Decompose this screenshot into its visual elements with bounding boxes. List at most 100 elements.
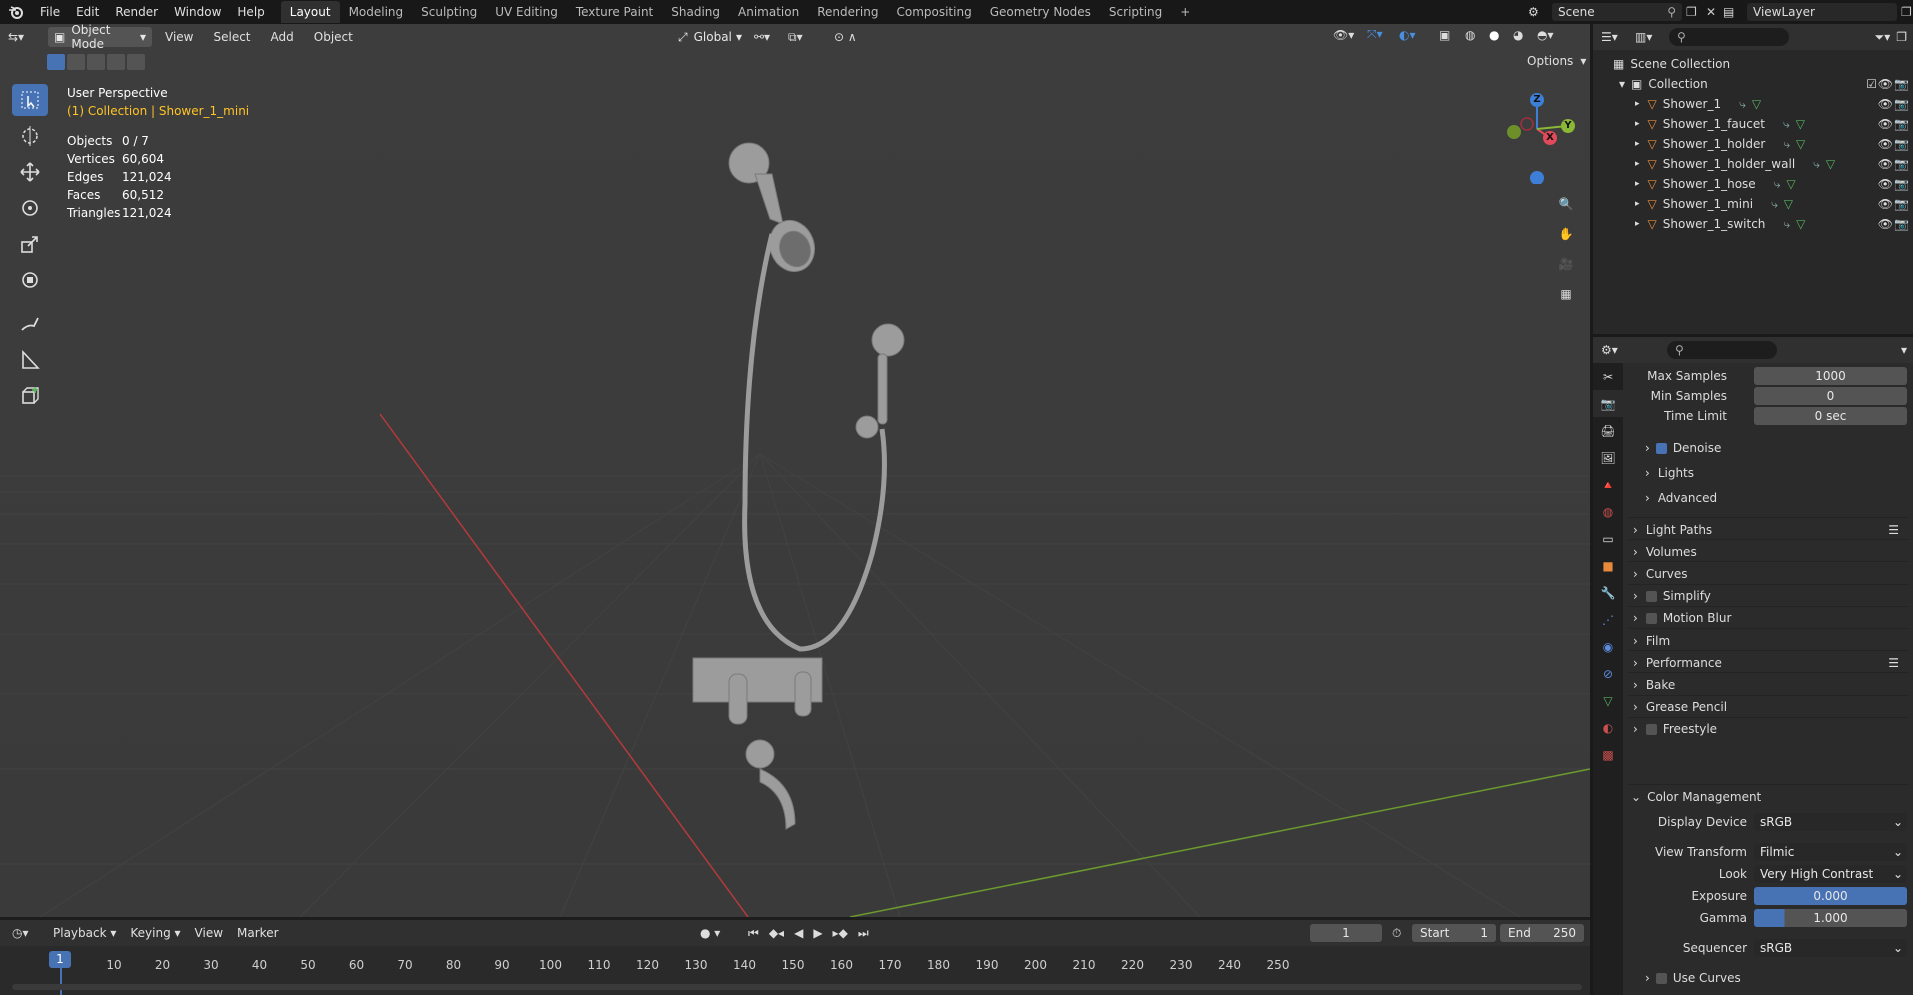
properties-editor-icon[interactable]: ⚙▾ xyxy=(1601,343,1629,357)
wireframe-shading-icon[interactable]: ◍ xyxy=(1465,28,1481,42)
view-layer-selector[interactable]: ViewLayer xyxy=(1747,3,1897,21)
outliner-editor-icon[interactable]: ☰▾ xyxy=(1601,30,1629,44)
end-frame-field[interactable]: End 250 xyxy=(1500,924,1584,942)
mesh-data-icon[interactable]: ▽ xyxy=(1796,217,1805,231)
expand-arrow-icon[interactable]: ▸ xyxy=(1635,139,1640,149)
sequencer-dropdown[interactable]: sRGB ⌄ xyxy=(1754,939,1907,957)
expand-arrow-icon[interactable]: ▾ xyxy=(1619,77,1625,91)
select-extend-icon[interactable] xyxy=(67,54,85,70)
3d-viewport[interactable]: ⇆▾ ▣ Object Mode ▾ View Select Add Object … xyxy=(0,24,1590,917)
panel-checkbox[interactable] xyxy=(1645,590,1657,602)
mesh-data-icon[interactable]: ▽ xyxy=(1796,137,1805,151)
display-device-dropdown[interactable]: sRGB ⌄ xyxy=(1754,813,1907,831)
add-cube-tool[interactable] xyxy=(12,380,48,412)
start-frame-field[interactable]: Start 1 xyxy=(1412,924,1496,942)
panel-header[interactable]: › Film xyxy=(1629,628,1909,652)
camera-render-icon[interactable]: 📷 xyxy=(1894,117,1909,131)
menu-view[interactable]: View xyxy=(158,30,200,44)
modifier-icon[interactable]: ⤷ xyxy=(1771,197,1778,212)
menu-view[interactable]: View xyxy=(188,926,230,940)
gamma-slider[interactable]: 1.000 xyxy=(1754,909,1907,927)
modifier-icon[interactable]: ⤷ xyxy=(1739,97,1746,112)
annotate-tool[interactable] xyxy=(12,308,48,340)
menu-help[interactable]: Help xyxy=(229,0,272,24)
tab-modeling[interactable]: Modeling xyxy=(340,1,413,23)
prev-keyframe-icon[interactable]: ◆◂ xyxy=(769,926,784,941)
transform-tool[interactable] xyxy=(12,264,48,296)
gizmo-x[interactable]: X xyxy=(1543,131,1557,145)
record-icon[interactable]: ● ▾ xyxy=(700,926,720,940)
panel-header[interactable]: › Volumes xyxy=(1629,539,1909,563)
menu-marker[interactable]: Marker xyxy=(230,926,285,940)
physics-tab-icon[interactable]: ◉ xyxy=(1593,633,1623,660)
jump-end-icon[interactable]: ⏭ xyxy=(858,926,869,941)
pin-icon[interactable]: ⚲ xyxy=(1667,5,1676,19)
constraints-tab-icon[interactable]: ⊘ xyxy=(1593,660,1623,687)
properties-search-input[interactable]: ⚲ xyxy=(1667,341,1777,359)
perspective-grid-icon[interactable]: ▦ xyxy=(1552,280,1580,308)
solid-shading-icon[interactable]: ● xyxy=(1489,28,1505,42)
camera-render-icon[interactable]: 📷 xyxy=(1894,77,1909,91)
scene-selector[interactable]: Scene ⚲ xyxy=(1552,3,1682,21)
pivot-icon[interactable]: ⚯▾ xyxy=(754,30,782,44)
stopwatch-icon[interactable]: ⏱ xyxy=(1392,926,1401,941)
panel-header[interactable]: › Curves xyxy=(1629,561,1909,585)
min-samples-field[interactable]: 0 xyxy=(1754,387,1907,405)
select-box-tool[interactable] xyxy=(12,84,48,116)
eye-icon[interactable]: 👁 xyxy=(1878,97,1893,111)
view-layer-tab-icon[interactable]: 🖼 xyxy=(1593,444,1623,471)
collection-tab-icon[interactable]: ▭ xyxy=(1593,525,1623,552)
scene-icon[interactable]: ⚙ xyxy=(1528,5,1548,19)
menu-file[interactable]: File xyxy=(32,0,68,24)
material-tab-icon[interactable]: ◐ xyxy=(1593,714,1623,741)
new-collection-icon[interactable]: ❐ xyxy=(1896,30,1907,44)
pan-hand-icon[interactable]: ✋ xyxy=(1552,220,1580,248)
select-intersect-icon[interactable] xyxy=(127,54,145,70)
mesh-data-icon[interactable]: ▽ xyxy=(1752,97,1761,111)
current-frame-field[interactable]: 1 xyxy=(1310,924,1382,942)
playhead[interactable]: 1 xyxy=(49,951,71,968)
camera-icon[interactable]: 🎥 xyxy=(1552,250,1580,278)
color-management-panel[interactable]: ⌄ Color Management xyxy=(1629,784,1909,808)
use-curves-subpanel[interactable]: › Use Curves xyxy=(1645,967,1913,989)
panel-header[interactable]: › Simplify xyxy=(1629,583,1909,608)
camera-render-icon[interactable]: 📷 xyxy=(1894,157,1909,171)
panel-checkbox[interactable] xyxy=(1645,723,1657,735)
tab-animation[interactable]: Animation xyxy=(729,1,808,23)
eye-icon[interactable]: 👁 xyxy=(1878,117,1893,131)
presets-list-icon[interactable]: ☰ xyxy=(1888,656,1899,670)
eye-icon[interactable]: 👁 xyxy=(1878,217,1893,231)
expand-arrow-icon[interactable]: ▸ xyxy=(1635,119,1640,129)
output-tab-icon[interactable]: 🖨 xyxy=(1593,417,1623,444)
max-samples-field[interactable]: 1000 xyxy=(1754,367,1907,385)
panel-header[interactable]: › Light Paths ☰ xyxy=(1629,517,1909,541)
select-invert-icon[interactable] xyxy=(107,54,125,70)
outliner-row-object[interactable]: ▸ ▽ Shower_1_holder ⤷ ▽ 👁 📷 xyxy=(1593,134,1913,154)
navigation-gizmo[interactable]: Z X Y xyxy=(1495,84,1575,185)
tab-uv-editing[interactable]: UV Editing xyxy=(486,1,567,23)
modifier-icon[interactable]: ⤷ xyxy=(1813,157,1820,172)
menu-select[interactable]: Select xyxy=(206,30,257,44)
modifier-icon[interactable]: ⤷ xyxy=(1783,117,1790,132)
eye-icon[interactable]: 👁 xyxy=(1878,137,1893,151)
denoise-subpanel[interactable]: › Denoise xyxy=(1645,437,1913,459)
tab-rendering[interactable]: Rendering xyxy=(808,1,887,23)
remove-scene-icon[interactable]: ✕ xyxy=(1706,5,1722,19)
snap-icon[interactable]: ⧉▾ xyxy=(788,30,828,45)
camera-render-icon[interactable]: 📷 xyxy=(1894,177,1909,191)
time-limit-field[interactable]: 0 sec xyxy=(1754,407,1907,425)
tab-texture-paint[interactable]: Texture Paint xyxy=(567,1,662,23)
modifier-icon[interactable]: ⤷ xyxy=(1783,137,1790,152)
outliner-row-scene-collection[interactable]: ▦ Scene Collection xyxy=(1593,54,1913,74)
gizmo-toggle-icon[interactable]: ⤧▾ xyxy=(1367,27,1391,42)
options-dropdown[interactable]: Options ▾ xyxy=(1520,54,1586,68)
play-reverse-icon[interactable]: ◀ xyxy=(794,926,803,941)
camera-render-icon[interactable]: 📷 xyxy=(1894,137,1909,151)
tab-layout[interactable]: Layout xyxy=(280,1,340,23)
outliner-row-object[interactable]: ▸ ▽ Shower_1_switch ⤷ ▽ 👁 📷 xyxy=(1593,214,1913,234)
tool-tab-icon[interactable]: ✂ xyxy=(1593,363,1623,390)
mesh-data-icon[interactable]: ▽ xyxy=(1786,177,1795,191)
outliner-row-object[interactable]: ▸ ▽ Shower_1_mini ⤷ ▽ 👁 📷 xyxy=(1593,194,1913,214)
collection-checkbox[interactable]: ☑ xyxy=(1866,77,1877,91)
menu-edit[interactable]: Edit xyxy=(68,0,107,24)
